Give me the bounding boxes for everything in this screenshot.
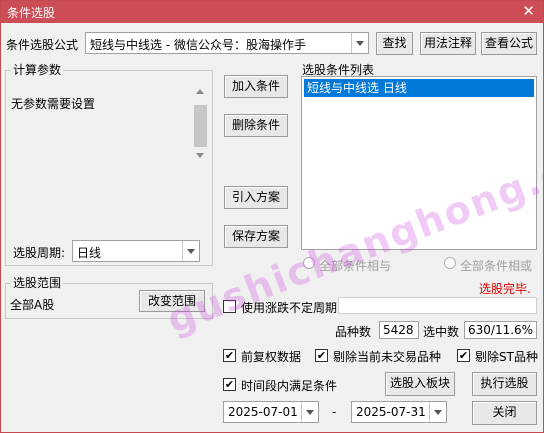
- variable-period-label: 使用涨跌不定周期: [241, 301, 338, 315]
- chevron-down-icon[interactable]: [351, 33, 368, 53]
- execute-button[interactable]: 执行选股: [472, 372, 537, 396]
- add-condition-button[interactable]: 加入条件: [224, 75, 288, 98]
- params-group-title: 计算参数: [11, 63, 64, 77]
- period-satisfy-label: 时间段内满足条件: [241, 379, 338, 393]
- hit-value: 630/11.6%: [464, 321, 537, 339]
- scroll-down-icon[interactable]: [196, 153, 204, 158]
- variable-period-field[interactable]: [338, 297, 537, 314]
- end-date-value: 2025-07-31: [356, 405, 426, 419]
- and-radio[interactable]: [303, 257, 315, 269]
- exclude-untraded-label: 剔除当前未交易品种: [333, 350, 442, 364]
- period-satisfy-checkbox[interactable]: ✔: [223, 378, 236, 391]
- pre-adjust-label: 前复权数据: [241, 350, 302, 364]
- scroll-up-icon[interactable]: [196, 89, 204, 94]
- exclude-untraded-checkbox[interactable]: ✔: [315, 349, 328, 362]
- chevron-down-icon[interactable]: [429, 402, 446, 422]
- save-plan-button[interactable]: 保存方案: [224, 225, 288, 248]
- start-date-picker[interactable]: 2025-07-01: [223, 401, 319, 423]
- hit-label: 选中数: [423, 325, 460, 339]
- or-radio-label: 全部条件相或: [460, 259, 533, 273]
- exclude-st-checkbox[interactable]: ✔: [457, 349, 470, 362]
- window-title: 条件选股: [7, 6, 56, 20]
- params-scrollbar[interactable]: [193, 87, 208, 161]
- period-select[interactable]: 日线: [72, 240, 200, 262]
- pre-adjust-checkbox[interactable]: ✔: [223, 349, 236, 362]
- title-bar: 条件选股 ✕: [1, 1, 543, 23]
- close-icon[interactable]: ✕: [522, 2, 535, 20]
- delete-condition-button[interactable]: 删除条件: [224, 114, 288, 137]
- exclude-st-label: 剔除ST品种: [475, 350, 538, 364]
- view-formula-button[interactable]: 查看公式: [481, 32, 537, 55]
- formula-select-value: 短线与中线选 - 微信公众号：股海操作手: [90, 38, 306, 52]
- range-group-title: 选股范围: [11, 276, 64, 290]
- change-range-button[interactable]: 改变范围: [139, 290, 205, 312]
- to-block-button[interactable]: 选股入板块: [385, 372, 455, 396]
- or-radio[interactable]: [444, 257, 456, 269]
- and-radio-label: 全部条件相与: [319, 259, 392, 273]
- range-value: 全部A股: [10, 298, 55, 312]
- scroll-thumb[interactable]: [194, 105, 207, 147]
- status-text: 选股完毕.: [479, 282, 531, 296]
- close-button[interactable]: 关闭: [472, 401, 537, 425]
- usage-notes-button[interactable]: 用法注释: [420, 32, 476, 55]
- condition-list[interactable]: 短线与中线选 日线: [301, 76, 537, 250]
- period-label: 选股周期:: [13, 246, 66, 260]
- variable-period-checkbox[interactable]: [223, 300, 236, 313]
- condition-list-item[interactable]: 短线与中线选 日线: [304, 79, 534, 97]
- count-value: 5428: [379, 321, 419, 339]
- formula-label: 条件选股公式: [6, 38, 79, 52]
- find-button[interactable]: 查找: [376, 32, 413, 55]
- date-separator: -: [332, 405, 337, 419]
- period-select-value: 日线: [77, 246, 102, 260]
- chevron-down-icon[interactable]: [301, 402, 318, 422]
- count-label: 品种数: [335, 325, 372, 339]
- chevron-down-icon[interactable]: [182, 241, 199, 261]
- start-date-value: 2025-07-01: [228, 405, 298, 419]
- params-message: 无参数需要设置: [11, 97, 96, 111]
- condition-stock-picker-window: 条件选股 ✕ 条件选股公式 短线与中线选 - 微信公众号：股海操作手 查找 用法…: [0, 0, 544, 433]
- end-date-picker[interactable]: 2025-07-31: [351, 401, 447, 423]
- formula-select[interactable]: 短线与中线选 - 微信公众号：股海操作手: [85, 32, 369, 54]
- import-plan-button[interactable]: 引入方案: [224, 186, 288, 209]
